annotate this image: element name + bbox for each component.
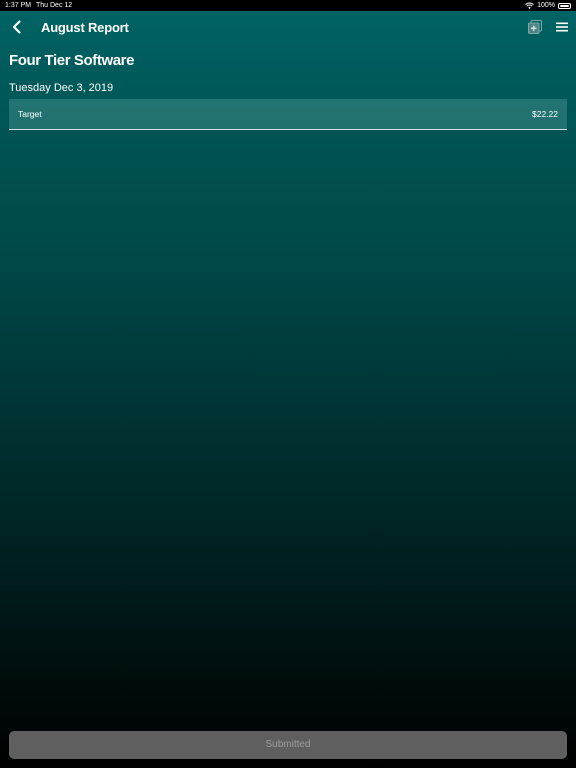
wifi-icon bbox=[525, 2, 534, 9]
hamburger-menu-icon[interactable] bbox=[555, 21, 569, 33]
battery-percentage: 100% bbox=[537, 2, 555, 9]
status-time: 1:37 PM bbox=[5, 2, 32, 9]
expense-amount: $22.22 bbox=[532, 109, 558, 119]
status-date: Thu Dec 12 bbox=[36, 2, 73, 9]
chevron-left-icon[interactable] bbox=[8, 18, 26, 36]
company-name: Four Tier Software bbox=[9, 52, 135, 69]
submitted-button[interactable]: Submitted bbox=[9, 731, 567, 759]
status-indicators: 100% bbox=[525, 0, 571, 11]
expense-merchant: Target bbox=[18, 109, 42, 119]
add-receipt-icon[interactable] bbox=[528, 20, 542, 34]
expense-row[interactable]: Target $22.22 bbox=[9, 99, 567, 130]
report-date: Tuesday Dec 3, 2019 bbox=[9, 82, 114, 94]
page-title: August Report bbox=[41, 20, 129, 35]
battery-icon bbox=[558, 2, 571, 9]
status-bar: 1:37 PM Thu Dec 12 100% bbox=[0, 0, 576, 11]
